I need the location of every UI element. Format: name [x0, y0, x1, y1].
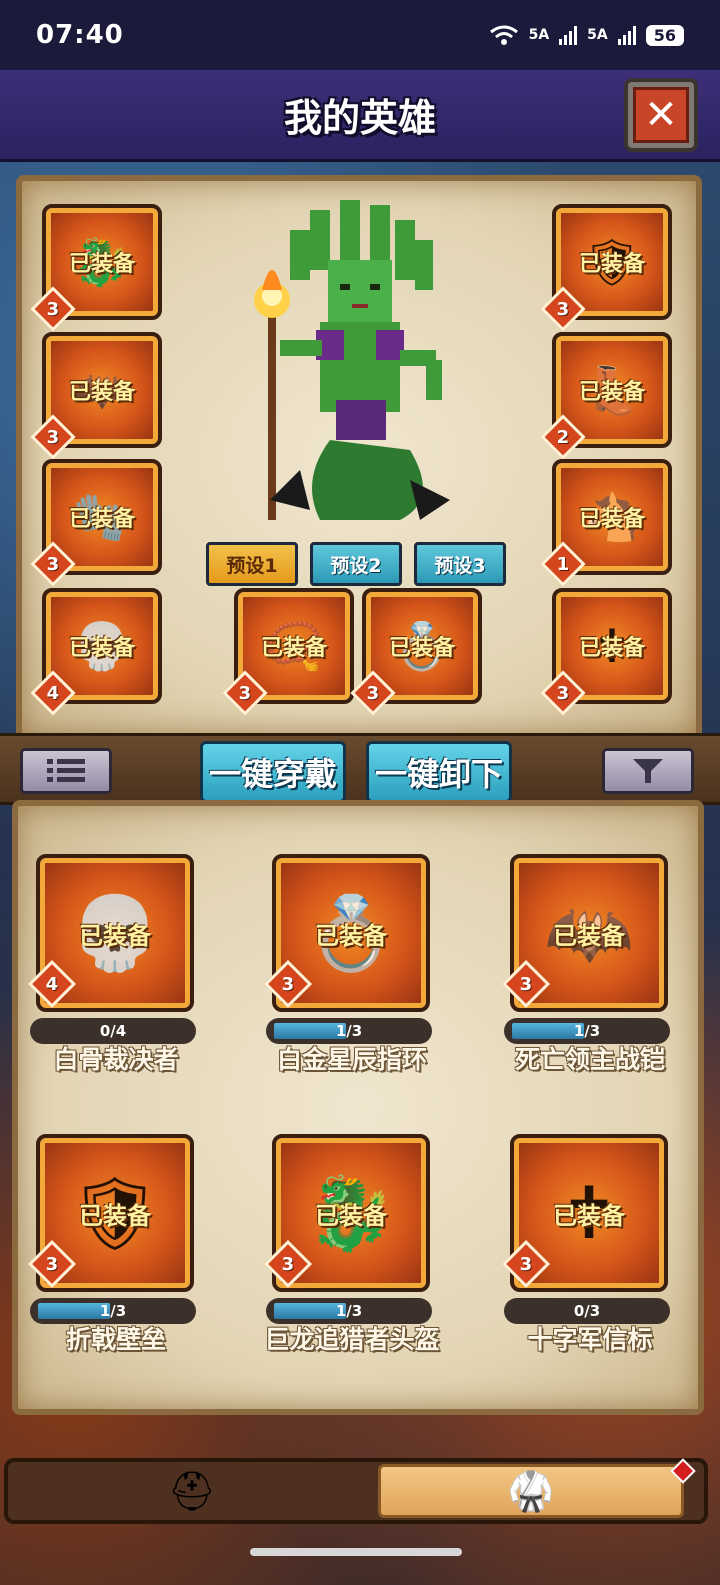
equipped-label: 已装备 — [68, 380, 135, 405]
unequip-all-button[interactable]: 一键卸下 — [366, 741, 512, 803]
equipment-slot[interactable]: 🧤 已装备 3 — [30, 459, 162, 587]
close-button[interactable]: ✕ — [624, 78, 698, 152]
equipped-label: 已装备 — [578, 252, 645, 277]
inventory-item[interactable]: 💀 已装备 4 0/4 白骨裁决者 — [16, 854, 216, 1108]
progress-text: 0/3 — [573, 1302, 601, 1320]
hero-medusa-figure — [254, 200, 450, 520]
signal-label-2: 5A — [587, 27, 608, 43]
item-name: 死亡领主战铠 — [514, 1045, 665, 1074]
equipped-label: 已装备 — [388, 636, 455, 661]
inventory-item-slot[interactable]: 🛡 已装备 3 — [27, 1134, 194, 1292]
item-name: 巨龙追猎者头盔 — [264, 1325, 440, 1354]
toolbar-strip: 一键穿戴 一键卸下 — [0, 733, 720, 805]
nav-tab-hero[interactable]: ⛑ — [12, 1466, 372, 1516]
equipped-label: 已装备 — [553, 1201, 625, 1230]
level-badge: 3 — [501, 959, 551, 1009]
inventory-item-slot[interactable]: 🐉 已装备 3 — [263, 1134, 430, 1292]
equipped-label: 已装备 — [553, 921, 625, 950]
preset-tab-3[interactable]: 预设3 — [414, 542, 506, 586]
inventory-item-slot[interactable]: ✝ 已装备 3 — [501, 1134, 668, 1292]
upgrade-progress-bar: 0/4 — [30, 1018, 196, 1044]
equipped-label: 已装备 — [79, 1201, 151, 1230]
equipped-label: 已装备 — [578, 636, 645, 661]
inventory-item[interactable]: 🛡 已装备 3 1/3 折戟壁垒 — [16, 1134, 216, 1388]
level-badge: 3 — [263, 1239, 313, 1289]
equipment-slot[interactable]: 🐴 已装备 1 — [540, 459, 672, 587]
inventory-item[interactable]: 💍 已装备 3 1/3 白金星辰指环 — [252, 854, 452, 1108]
wifi-icon — [489, 25, 518, 45]
equipped-label: 已装备 — [68, 507, 135, 532]
equipment-slot[interactable]: ✝ 已装备 3 — [540, 588, 672, 716]
hero-helmet-icon: ⛑ — [167, 1468, 217, 1513]
item-name: 折戟壁垒 — [65, 1325, 166, 1354]
battery-icon: 56 — [645, 24, 684, 46]
progress-text: 1/3 — [573, 1022, 601, 1040]
bottom-nav: ⛑ 🥋 — [4, 1458, 708, 1524]
filter-icon — [633, 759, 663, 783]
signal-icon — [559, 25, 578, 45]
upgrade-progress-bar: 1/3 — [504, 1018, 670, 1044]
equipment-slot[interactable]: 💍 已装备 3 — [350, 588, 482, 716]
equip-all-button[interactable]: 一键穿戴 — [200, 741, 346, 803]
equipped-label: 已装备 — [315, 1201, 387, 1230]
progress-text: 1/3 — [99, 1302, 127, 1320]
level-badge: 4 — [27, 959, 77, 1009]
clock: 07:40 — [36, 20, 124, 50]
equipment-slot[interactable]: 📿 已装备 3 — [222, 588, 354, 716]
home-indicator[interactable] — [250, 1548, 462, 1556]
inventory-item-slot[interactable]: 💍 已装备 3 — [263, 854, 430, 1012]
list-button[interactable] — [20, 748, 112, 794]
status-icons: 5A 5A 56 — [489, 24, 684, 46]
preset-tab-2[interactable]: 预设2 — [310, 542, 402, 586]
level-badge: 3 — [501, 1239, 551, 1289]
equipment-slot[interactable]: 🐉 已装备 3 — [30, 204, 162, 332]
equipped-label: 已装备 — [68, 636, 135, 661]
inventory-item-slot[interactable]: 🦇 已装备 3 — [501, 854, 668, 1012]
progress-text: 0/4 — [99, 1022, 127, 1040]
item-name: 白金星辰指环 — [276, 1045, 427, 1074]
item-name: 白骨裁决者 — [53, 1045, 179, 1074]
upgrade-progress-bar: 1/3 — [30, 1298, 196, 1324]
list-icon — [47, 759, 85, 782]
upgrade-progress-bar: 1/3 — [266, 1018, 432, 1044]
status-bar: 07:40 5A 5A 56 — [0, 0, 720, 70]
equipment-slot[interactable]: 👢 已装备 2 — [540, 332, 672, 460]
signal-icon — [617, 25, 636, 45]
inventory-item[interactable]: ✝ 已装备 3 0/3 十字军信标 — [490, 1134, 690, 1388]
progress-text: 1/3 — [335, 1302, 363, 1320]
item-name: 十字军信标 — [527, 1325, 653, 1354]
inventory-item-slot[interactable]: 💀 已装备 4 — [27, 854, 194, 1012]
equipped-label: 已装备 — [315, 921, 387, 950]
equipped-label: 已装备 — [68, 252, 135, 277]
upgrade-progress-bar: 1/3 — [266, 1298, 432, 1324]
inventory-item[interactable]: 🦇 已装备 3 1/3 死亡领主战铠 — [490, 854, 690, 1108]
filter-button[interactable] — [602, 748, 694, 794]
equipment-slot[interactable]: 🦇 已装备 3 — [30, 332, 162, 460]
equipped-label: 已装备 — [578, 507, 645, 532]
equipped-label: 已装备 — [79, 921, 151, 950]
page-title: 我的英雄 — [283, 96, 436, 140]
nav-tab-equipment[interactable]: 🥋 — [378, 1464, 684, 1518]
equipment-slot[interactable]: 💀 已装备 4 — [30, 588, 162, 716]
progress-text: 1/3 — [335, 1022, 363, 1040]
inventory-item[interactable]: 🐉 已装备 3 1/3 巨龙追猎者头盔 — [252, 1134, 452, 1388]
armor-icon: 🥋 — [507, 1468, 555, 1513]
preset-tab-1[interactable]: 预设1 — [206, 542, 298, 586]
upgrade-progress-bar: 0/3 — [504, 1298, 670, 1324]
level-badge: 3 — [263, 959, 313, 1009]
close-x-icon: ✕ — [633, 87, 689, 143]
equipment-slot[interactable]: 🛡 已装备 3 — [540, 204, 672, 332]
equipped-label: 已装备 — [260, 636, 327, 661]
signal-label-1: 5A — [528, 27, 550, 43]
header-bar: 我的英雄 ✕ — [0, 70, 720, 162]
equipped-label: 已装备 — [578, 380, 645, 405]
